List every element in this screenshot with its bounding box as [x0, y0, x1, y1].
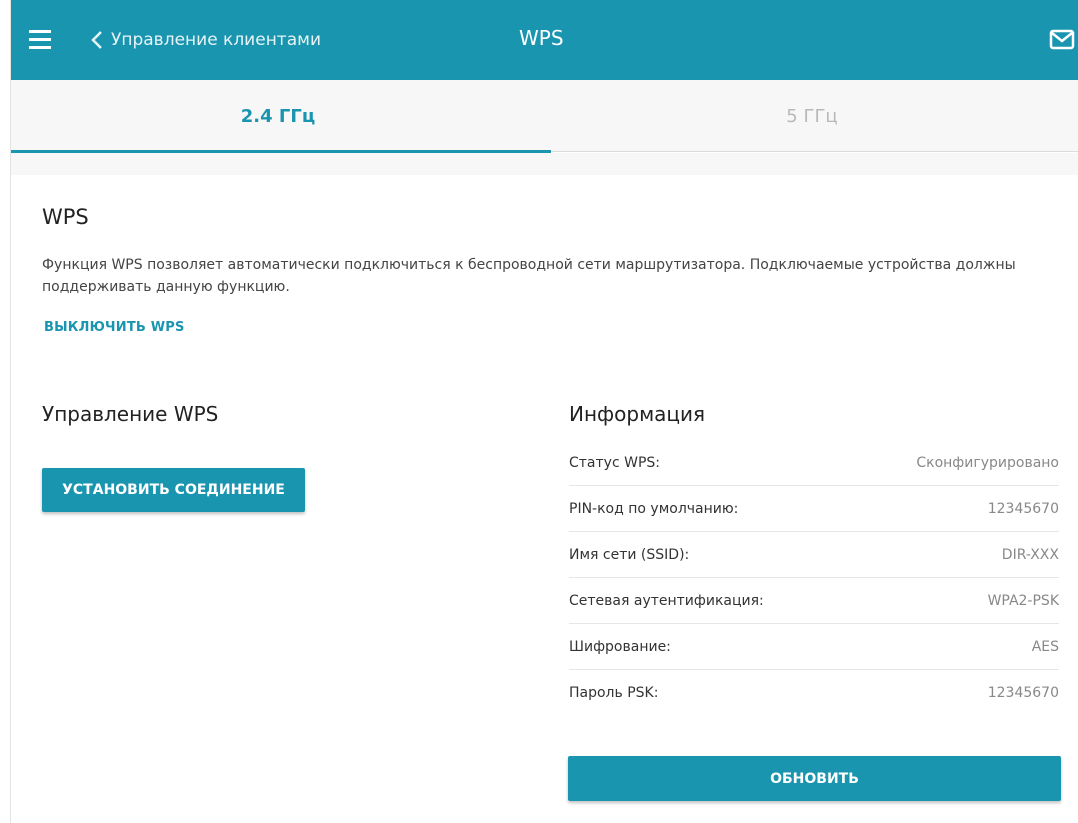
info-table: Статус WPS: Сконфигурировано PIN-код по …: [569, 440, 1059, 716]
back-label: Управление клиентами: [111, 30, 322, 50]
divider-band: [11, 153, 1078, 175]
info-value: 12345670: [987, 685, 1059, 701]
info-label: Шифрование:: [569, 638, 671, 655]
hamburger-icon[interactable]: [29, 30, 51, 50]
band-tabs: 2.4 ГГц 5 ГГц: [11, 80, 1078, 153]
info-value: AES: [1031, 638, 1059, 655]
info-row-pin: PIN-код по умолчанию: 12345670: [569, 486, 1059, 532]
info-label: Пароль PSK:: [569, 685, 659, 701]
info-label: PIN-код по умолчанию:: [569, 500, 739, 517]
wps-description: Функция WPS позволяет автоматически подк…: [42, 257, 1016, 295]
chevron-left-icon: [91, 31, 102, 49]
wps-management-title: Управление WPS: [42, 402, 219, 426]
info-value: 12345670: [987, 500, 1059, 517]
mail-icon[interactable]: [1049, 28, 1075, 52]
info-row-auth: Сетевая аутентификация: WPA2-PSK: [569, 578, 1059, 624]
info-value: DIR-XXX: [1001, 546, 1059, 563]
page-title: WPS: [519, 26, 564, 50]
info-label: Имя сети (SSID):: [569, 546, 690, 563]
top-bar: Управление клиентами WPS: [11, 0, 1078, 80]
info-label: Сетевая аутентификация:: [569, 592, 764, 609]
tab-5ghz[interactable]: 5 ГГц: [545, 80, 1078, 152]
tab-2-4ghz[interactable]: 2.4 ГГц: [11, 80, 551, 153]
info-row-status: Статус WPS: Сконфигурировано: [569, 440, 1059, 486]
app-frame: Управление клиентами WPS 2.4 ГГц 5 ГГц W…: [10, 0, 1078, 823]
info-title: Информация: [569, 402, 706, 426]
disable-wps-link[interactable]: ВЫКЛЮЧИТЬ WPS: [44, 320, 185, 335]
connect-button[interactable]: УСТАНОВИТЬ СОЕДИНЕНИЕ: [42, 468, 305, 512]
wps-section-title: WPS: [42, 205, 89, 229]
info-value: Сконфигурировано: [916, 454, 1059, 471]
back-button[interactable]: Управление клиентами: [91, 28, 321, 52]
info-row-ssid: Имя сети (SSID): DIR-XXX: [569, 532, 1059, 578]
info-row-psk: Пароль PSK: 12345670: [569, 670, 1059, 716]
info-label: Статус WPS:: [569, 454, 660, 471]
info-row-encryption: Шифрование: AES: [569, 624, 1059, 670]
info-value: WPA2-PSK: [987, 592, 1059, 609]
refresh-button[interactable]: ОБНОВИТЬ: [568, 756, 1061, 801]
